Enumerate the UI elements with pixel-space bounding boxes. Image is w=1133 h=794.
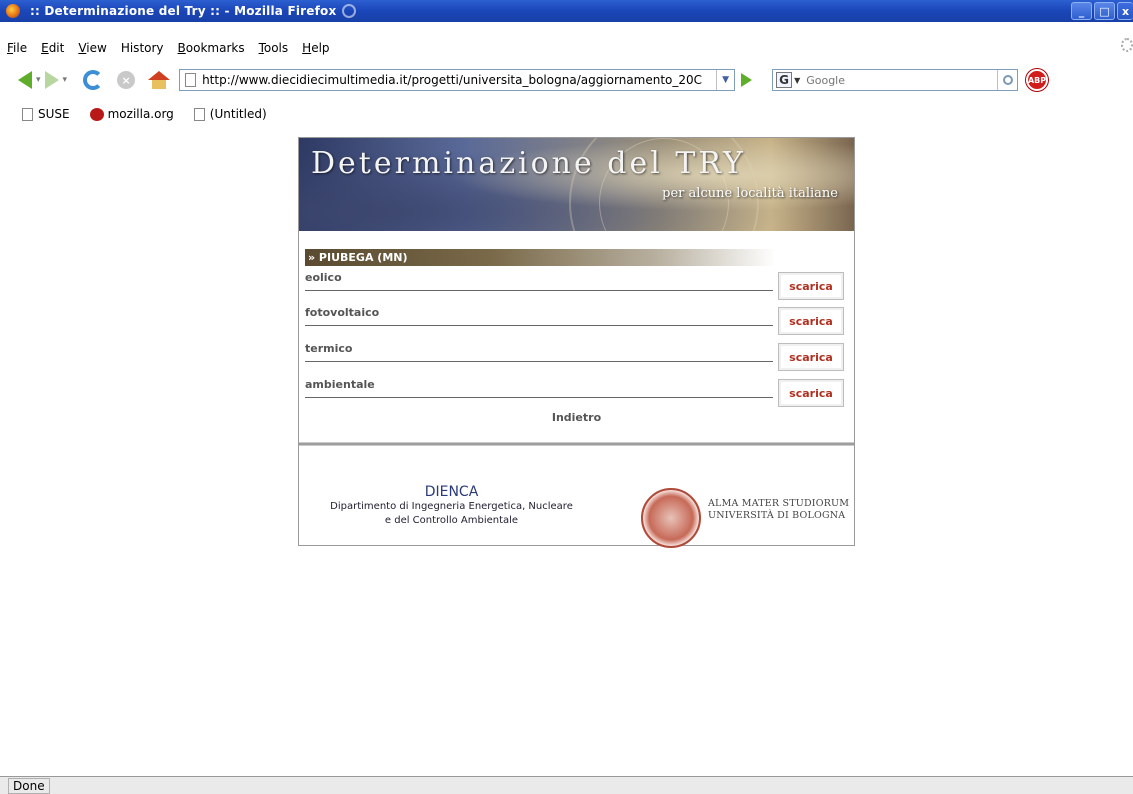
- row-termico: termico scarica: [305, 342, 845, 372]
- dienca-title: DIENCA: [424, 484, 479, 500]
- menu-history-label: History: [120, 41, 164, 55]
- download-label: scarica: [789, 279, 833, 293]
- row-label: fotovoltaico: [305, 306, 380, 319]
- unibo-line-1: ALMA MATER STUDIORUM: [708, 498, 850, 509]
- window-title: :: Determinazione del Try :: - Mozilla F…: [30, 4, 337, 18]
- stop-icon[interactable]: ×: [117, 71, 136, 89]
- page-icon: [185, 73, 197, 87]
- row-label: eolico: [305, 271, 342, 284]
- menu-tools-label: ools: [263, 41, 289, 55]
- bookmark-label: mozilla.org: [107, 107, 174, 121]
- download-termico-button[interactable]: scarica: [778, 343, 844, 371]
- menu-file[interactable]: File: [7, 41, 27, 55]
- download-label: scarica: [789, 386, 833, 400]
- search-go-button[interactable]: [997, 70, 1017, 90]
- url-text[interactable]: http://www.diecidiecimultimedia.it/proge…: [202, 73, 716, 87]
- menu-history[interactable]: History: [121, 41, 164, 55]
- try-panel: Determinazione del TRY per alcune locali…: [298, 137, 855, 548]
- menu-help-accel: H: [302, 41, 312, 55]
- menu-file-label: ile: [13, 41, 28, 55]
- location-title: » PIUBEGA (MN): [308, 251, 408, 264]
- search-box[interactable]: G ▼: [772, 69, 1019, 91]
- menu-edit-accel: E: [41, 41, 49, 55]
- back-history-dropdown-icon[interactable]: ▾: [36, 75, 41, 85]
- minimize-button[interactable]: _: [1071, 2, 1092, 20]
- row-divider: [305, 290, 773, 291]
- bookmark-label: SUSE: [38, 107, 70, 121]
- navigation-toolbar: ▾ ▾ × http://www.diecidiecimultimedia.it…: [0, 64, 1133, 96]
- menu-bookmarks-accel: B: [177, 41, 186, 55]
- bookmark-mozilla[interactable]: mozilla.org: [89, 107, 174, 121]
- bookmark-suse[interactable]: SUSE: [22, 107, 70, 121]
- activity-throbber-icon: [1121, 38, 1133, 52]
- magnifier-icon: [1002, 75, 1013, 85]
- maximize-button[interactable]: □: [1094, 2, 1115, 20]
- engine-dropdown-icon[interactable]: ▼: [794, 76, 800, 85]
- forward-history-dropdown-icon[interactable]: ▾: [63, 75, 68, 85]
- document-icon: [193, 107, 205, 121]
- firefox-icon: [6, 4, 20, 18]
- row-divider: [305, 325, 773, 326]
- bookmark-label: (Untitled): [209, 107, 267, 121]
- back-link[interactable]: Indietro: [299, 411, 854, 424]
- close-button[interactable]: x: [1117, 2, 1133, 20]
- status-text: Done: [8, 777, 50, 794]
- footer-separator: [299, 442, 854, 446]
- dienca-line-1: Dipartimento di Ingegneria Energetica, N…: [330, 501, 573, 512]
- row-eolico: eolico scarica: [305, 271, 845, 301]
- download-label: scarica: [789, 314, 833, 328]
- document-icon: [22, 107, 33, 121]
- row-label: ambientale: [305, 378, 375, 391]
- menu-edit-label: dit: [48, 41, 65, 55]
- menu-edit[interactable]: Edit: [41, 41, 64, 55]
- dienca-line-2: e del Controllo Ambientale: [384, 515, 519, 526]
- adblock-plus-icon[interactable]: ABP: [1026, 69, 1049, 91]
- menu-help[interactable]: Help: [302, 41, 329, 55]
- bookmark-untitled[interactable]: (Untitled): [193, 107, 267, 121]
- throbber-swirl-icon: [342, 4, 357, 18]
- download-eolico-button[interactable]: scarica: [778, 272, 844, 300]
- home-icon[interactable]: [148, 71, 171, 89]
- google-engine-icon[interactable]: G: [776, 72, 793, 88]
- banner-title: Determinazione del TRY: [311, 146, 746, 181]
- url-history-dropdown-icon[interactable]: ▼: [716, 70, 734, 90]
- back-arrow-icon[interactable]: [18, 71, 32, 89]
- search-input[interactable]: [806, 73, 967, 87]
- header-banner: Determinazione del TRY per alcune locali…: [299, 138, 854, 231]
- row-divider: [305, 397, 773, 398]
- unibo-line-2: UNIVERSITÀ DI BOLOGNA: [708, 510, 846, 521]
- download-label: scarica: [789, 350, 833, 364]
- row-fotovoltaico: fotovoltaico scarica: [305, 306, 845, 336]
- unibo-logo-text: ALMA MATER STUDIORUM UNIVERSITÀ DI BOLOG…: [708, 498, 849, 522]
- mozilla-icon: [89, 107, 104, 121]
- window-titlebar[interactable]: :: Determinazione del Try :: - Mozilla F…: [0, 0, 1133, 22]
- row-ambientale: ambientale scarica: [305, 378, 845, 408]
- browser-content: Determinazione del TRY per alcune locali…: [0, 127, 1133, 773]
- status-bar: Done: [0, 776, 1133, 794]
- download-ambientale-button[interactable]: scarica: [778, 379, 844, 407]
- menu-help-label: elp: [311, 41, 330, 55]
- dienca-block: DIENCA Dipartimento di Ingegneria Energe…: [299, 484, 604, 528]
- university-seal-icon: [641, 488, 701, 548]
- menu-view[interactable]: View: [78, 41, 106, 55]
- row-label: termico: [305, 342, 353, 355]
- forward-arrow-icon[interactable]: [44, 71, 59, 89]
- menu-bar: File Edit View History Bookmarks Tools H…: [0, 37, 1133, 59]
- menu-bookmarks-label: ookmarks: [185, 41, 245, 55]
- reload-icon[interactable]: [83, 70, 104, 90]
- url-bar[interactable]: http://www.diecidiecimultimedia.it/proge…: [179, 69, 736, 91]
- banner-subtitle: per alcune località italiane: [662, 186, 838, 201]
- download-fotovoltaico-button[interactable]: scarica: [778, 307, 844, 335]
- bookmarks-toolbar: SUSE mozilla.org (Untitled): [0, 104, 1133, 124]
- location-header: » PIUBEGA (MN): [305, 249, 775, 266]
- row-divider: [305, 361, 773, 362]
- menu-view-label: iew: [86, 41, 107, 55]
- menu-bookmarks[interactable]: Bookmarks: [178, 41, 245, 55]
- menu-tools[interactable]: Tools: [259, 41, 289, 55]
- go-arrow-icon[interactable]: [741, 73, 753, 87]
